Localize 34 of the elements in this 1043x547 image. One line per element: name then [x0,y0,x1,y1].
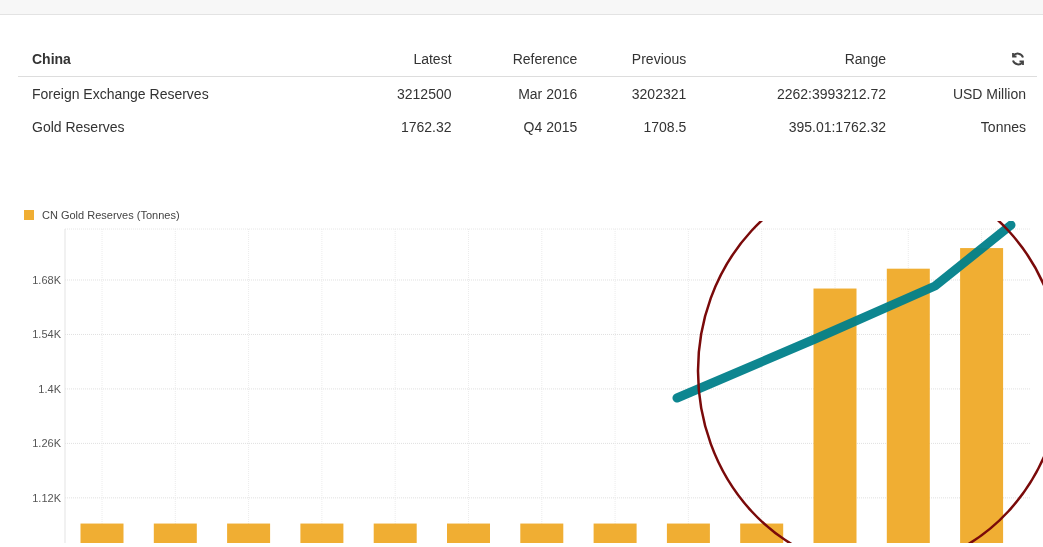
bar [80,523,124,544]
bar [520,523,564,544]
table-cell: 3202321 [588,76,698,111]
bar [153,523,197,544]
table-cell: 3212500 [353,76,463,111]
table-cell: 2262:3993212.72 [697,76,897,111]
refresh-icon[interactable] [1010,51,1026,68]
table-cell: Foreign Exchange Reserves [18,76,354,111]
table-cell-text: 1762.32 [399,118,453,138]
axis-tick-label: 1.12K [32,492,61,505]
axis-tick-label: 1.54K [32,328,61,341]
bar [593,523,637,544]
table-cell-text: Q4 2015 [522,118,579,138]
bar [740,523,784,544]
table-cell: USD Million [896,76,1037,111]
axis-tick-label: 1.26K [32,437,61,450]
bar [447,523,490,544]
bar [373,523,417,544]
table-cell: Mar 2016 [462,76,589,111]
table-cell-text: 1708.5 [642,118,688,138]
bar [227,523,271,544]
bar [666,523,710,544]
column-header: Previous [588,41,698,77]
table-cell-text: 395.01:1762.32 [787,118,887,138]
column-header: Reference [462,41,589,77]
bar [300,523,344,544]
table-cell-text: Tonnes [979,118,1027,138]
table-cell-text: Gold Reserves [31,118,126,138]
axis-tick-label: 1.68K [32,274,61,287]
column-header: Range [697,41,897,77]
axis-tick-label: 1.4K [38,383,61,396]
column-header: China [18,41,354,77]
column-header: Latest [353,41,463,77]
legend-label: CN Gold Reserves (Tonnes) [42,209,180,222]
